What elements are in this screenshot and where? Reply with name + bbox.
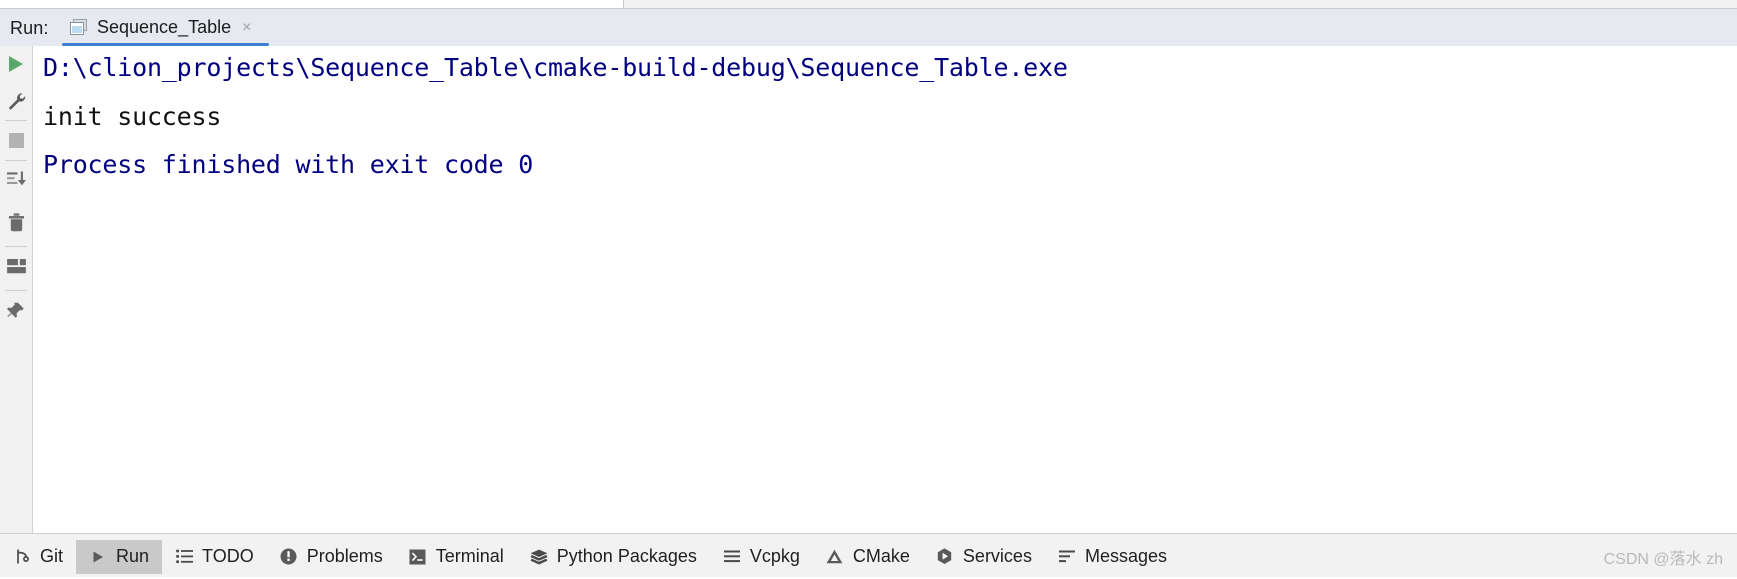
status-item-services[interactable]: Services: [923, 540, 1045, 574]
stop-square-icon: [8, 132, 24, 148]
pin-tab-button[interactable]: [0, 294, 32, 326]
status-item-messages[interactable]: Messages: [1045, 540, 1180, 574]
status-item-vcpkg[interactable]: Vcpkg: [710, 540, 813, 574]
status-item-label: CMake: [852, 546, 910, 566]
run-tab-title: Sequence_Table: [97, 17, 232, 37]
pin-icon: [7, 302, 24, 318]
wrench-icon: [8, 92, 25, 109]
run-tab-sequence-table[interactable]: Sequence_Table ×: [62, 9, 261, 46]
debug-settings-button[interactable]: [0, 84, 32, 116]
watermark: CSDN @落水 zh: [1603, 550, 1723, 568]
status-item-label: TODO: [202, 546, 254, 566]
bottom-status-bar: Git Run TODO Problems Terminal Python Pa…: [0, 533, 1737, 579]
status-item-todo[interactable]: TODO: [162, 540, 267, 574]
toolbar-separator: [5, 246, 27, 247]
terminal-icon: [409, 548, 427, 566]
status-item-run[interactable]: Run: [76, 539, 163, 574]
scroll-to-end-icon: [6, 171, 26, 186]
problems-icon: [280, 548, 298, 566]
layout-icon: [6, 258, 26, 273]
hamburger-lines-icon: [723, 548, 741, 566]
status-item-problems[interactable]: Problems: [267, 540, 396, 574]
status-item-label: Messages: [1084, 546, 1167, 566]
status-item-python-packages[interactable]: Python Packages: [517, 540, 710, 574]
status-item-label: Terminal: [435, 546, 504, 566]
rerun-button[interactable]: [0, 48, 32, 80]
layers-icon: [530, 548, 548, 566]
layout-settings-button[interactable]: [0, 250, 32, 282]
status-item-label: Services: [962, 546, 1032, 566]
services-play-icon: [936, 548, 954, 566]
console-output[interactable]: D:\clion_projects\Sequence_Table\cmake-b…: [33, 46, 1737, 533]
editor-tab-sliver-segment: [0, 0, 624, 8]
run-side-toolbar: [0, 46, 33, 533]
close-icon[interactable]: ×: [242, 19, 251, 36]
run-configuration-icon: [70, 19, 87, 36]
run-content-area: D:\clion_projects\Sequence_Table\cmake-b…: [0, 46, 1737, 533]
toolbar-separator: [5, 120, 27, 121]
console-line: Process finished with exit code 0: [43, 150, 534, 179]
status-item-label: Python Packages: [556, 546, 697, 566]
todo-list-icon: [175, 548, 193, 566]
console-line: init success: [43, 102, 222, 131]
run-tool-window-header: Run: Sequence_Table ×: [0, 9, 1737, 46]
status-item-terminal[interactable]: Terminal: [396, 540, 517, 574]
play-icon: [9, 56, 23, 72]
toolbar-separator: [5, 290, 27, 291]
status-item-cmake[interactable]: CMake: [813, 540, 923, 574]
play-icon: [89, 548, 107, 566]
run-panel-label: Run:: [10, 18, 49, 38]
status-item-label: Run: [116, 546, 150, 566]
console-line: D:\clion_projects\Sequence_Table\cmake-b…: [43, 53, 1068, 82]
trash-icon: [8, 212, 24, 231]
status-item-git[interactable]: Git: [0, 540, 76, 574]
status-item-label: Git: [40, 546, 64, 566]
status-item-label: Vcpkg: [749, 546, 800, 566]
git-branch-icon: [13, 548, 31, 566]
toolbar-separator: [5, 160, 27, 161]
triangle-icon: [826, 548, 844, 566]
editor-tab-strip-sliver: [0, 0, 1737, 9]
messages-lines-icon: [1058, 548, 1076, 566]
stop-button[interactable]: [0, 124, 32, 156]
clear-all-button[interactable]: [0, 206, 32, 238]
scroll-to-end-button[interactable]: [0, 164, 32, 196]
clion-run-tool-window: Run: Sequence_Table × D:\clion_projects\…: [0, 0, 1737, 579]
status-item-label: Problems: [306, 546, 383, 566]
